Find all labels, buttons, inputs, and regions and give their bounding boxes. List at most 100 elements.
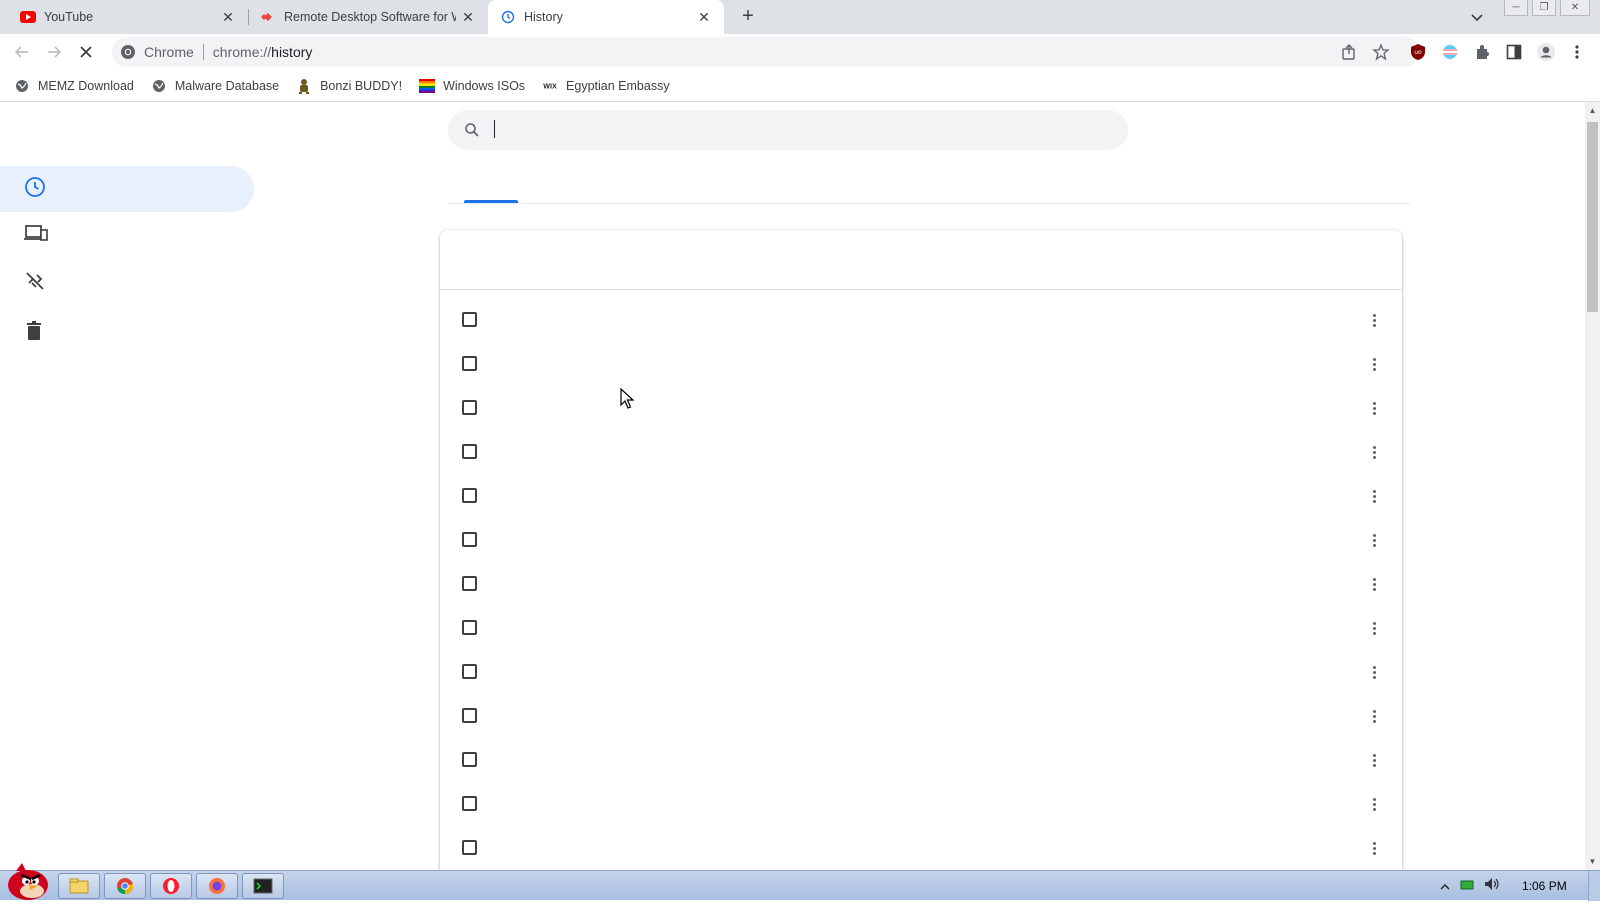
clock-icon: [24, 176, 46, 203]
taskbar-terminal[interactable]: [242, 873, 284, 899]
more-actions-icon[interactable]: [1364, 486, 1384, 506]
history-row[interactable]: [440, 826, 1402, 870]
history-row[interactable]: [440, 474, 1402, 518]
history-row[interactable]: [440, 342, 1402, 386]
network-icon[interactable]: [1460, 878, 1474, 896]
history-row[interactable]: [440, 518, 1402, 562]
bookmark-egyptian-embassy[interactable]: WIX Egyptian Embassy: [542, 78, 669, 94]
sidebar-item-delete[interactable]: [0, 310, 254, 356]
link-off-icon: [24, 270, 46, 297]
taskbar-opera[interactable]: [150, 873, 192, 899]
angry-bird-icon: [8, 863, 48, 900]
ublock-icon[interactable]: uo: [1407, 41, 1429, 63]
history-row-checkbox[interactable]: [462, 356, 477, 371]
sidebar-item-other-devices[interactable]: [0, 212, 254, 258]
history-row[interactable]: [440, 738, 1402, 782]
new-tab-button[interactable]: +: [737, 6, 759, 28]
forward-button[interactable]: [42, 40, 66, 64]
extensions-puzzle-icon[interactable]: [1471, 41, 1493, 63]
site-info-chip[interactable]: Chrome: [118, 42, 194, 62]
tab-history[interactable]: History ✕: [488, 0, 724, 34]
bookmark-star-icon[interactable]: [1370, 41, 1392, 63]
taskbar-clock[interactable]: 1:06 PM: [1522, 879, 1567, 893]
history-row-checkbox[interactable]: [462, 620, 477, 635]
history-row-checkbox[interactable]: [462, 664, 477, 679]
more-actions-icon[interactable]: [1364, 618, 1384, 638]
close-icon[interactable]: ✕: [220, 9, 236, 25]
history-row-checkbox[interactable]: [462, 532, 477, 547]
taskbar-chrome[interactable]: [104, 873, 146, 899]
taskbar-explorer[interactable]: [58, 873, 100, 899]
page-scrollbar[interactable]: ▲ ▼: [1585, 102, 1600, 870]
history-row-checkbox[interactable]: [462, 488, 477, 503]
more-actions-icon[interactable]: [1364, 354, 1384, 374]
youtube-icon: [20, 9, 36, 25]
bookmark-bonzi-buddy[interactable]: Bonzi BUDDY!: [296, 78, 402, 94]
tab-search-chevron-icon[interactable]: [1468, 8, 1486, 26]
more-actions-icon[interactable]: [1364, 442, 1384, 462]
history-row[interactable]: [440, 430, 1402, 474]
history-row[interactable]: [440, 386, 1402, 430]
more-actions-icon[interactable]: [1364, 574, 1384, 594]
tab-youtube[interactable]: YouTube ✕: [8, 0, 248, 34]
show-desktop-button[interactable]: [1588, 871, 1600, 901]
close-icon[interactable]: ✕: [460, 9, 476, 25]
svg-text:uo: uo: [1414, 49, 1422, 56]
bookmark-malware-database[interactable]: Malware Database: [151, 78, 279, 94]
pride-extension-icon[interactable]: [1439, 41, 1461, 63]
search-input[interactable]: [492, 115, 1128, 145]
history-row[interactable]: [440, 298, 1402, 342]
more-actions-icon[interactable]: [1364, 706, 1384, 726]
bookmark-memz[interactable]: MEMZ Download: [14, 78, 134, 94]
history-row[interactable]: [440, 650, 1402, 694]
site-label: Chrome: [144, 44, 194, 60]
scroll-thumb[interactable]: [1587, 122, 1598, 312]
history-row[interactable]: [440, 694, 1402, 738]
sidebar-item-history[interactable]: [0, 166, 254, 212]
history-row-checkbox[interactable]: [462, 400, 477, 415]
stop-loading-button[interactable]: [74, 40, 98, 64]
taskbar-firefox[interactable]: [196, 873, 238, 899]
close-icon[interactable]: ✕: [696, 9, 712, 25]
bookmark-windows-isos[interactable]: Windows ISOs: [419, 78, 525, 94]
scroll-up-icon[interactable]: ▲: [1588, 106, 1597, 115]
more-actions-icon[interactable]: [1364, 838, 1384, 858]
history-row[interactable]: [440, 606, 1402, 650]
history-search-box[interactable]: [448, 110, 1128, 150]
history-row-checkbox[interactable]: [462, 312, 477, 327]
back-button[interactable]: [10, 40, 34, 64]
more-actions-icon[interactable]: [1364, 662, 1384, 682]
url-text[interactable]: chrome://history: [213, 44, 313, 60]
volume-icon[interactable]: [1484, 877, 1500, 896]
history-row-checkbox[interactable]: [462, 576, 477, 591]
scroll-down-icon[interactable]: ▼: [1588, 857, 1597, 866]
profile-avatar-icon[interactable]: [1535, 41, 1557, 63]
window-close-button[interactable]: ✕: [1560, 0, 1590, 16]
explorer-icon: [69, 878, 89, 894]
more-actions-icon[interactable]: [1364, 530, 1384, 550]
more-actions-icon[interactable]: [1364, 794, 1384, 814]
history-row-checkbox[interactable]: [462, 444, 477, 459]
side-panel-icon[interactable]: [1503, 41, 1525, 63]
history-row[interactable]: [440, 782, 1402, 826]
history-row-checkbox[interactable]: [462, 708, 477, 723]
history-row[interactable]: [440, 562, 1402, 606]
history-row-checkbox[interactable]: [462, 752, 477, 767]
more-actions-icon[interactable]: [1364, 750, 1384, 770]
chrome-menu-icon[interactable]: [1566, 41, 1588, 63]
start-button[interactable]: [2, 861, 50, 901]
share-icon[interactable]: [1338, 41, 1360, 63]
sidebar-item-clear-browsing-data[interactable]: [0, 260, 254, 306]
history-row-checkbox[interactable]: [462, 796, 477, 811]
restore-button[interactable]: ❐: [1532, 0, 1556, 16]
minimize-button[interactable]: ─: [1504, 0, 1528, 16]
address-bar[interactable]: Chrome chrome://history: [112, 37, 1420, 67]
tab-remote-desktop[interactable]: Remote Desktop Software for Wi ✕: [250, 0, 486, 34]
mouse-cursor: [620, 387, 636, 410]
bonzi-icon: [296, 78, 312, 94]
history-row-checkbox[interactable]: [462, 840, 477, 855]
more-actions-icon[interactable]: [1364, 310, 1384, 330]
svg-text:WIX: WIX: [543, 82, 557, 90]
more-actions-icon[interactable]: [1364, 398, 1384, 418]
show-hidden-icons-icon[interactable]: [1440, 878, 1450, 896]
